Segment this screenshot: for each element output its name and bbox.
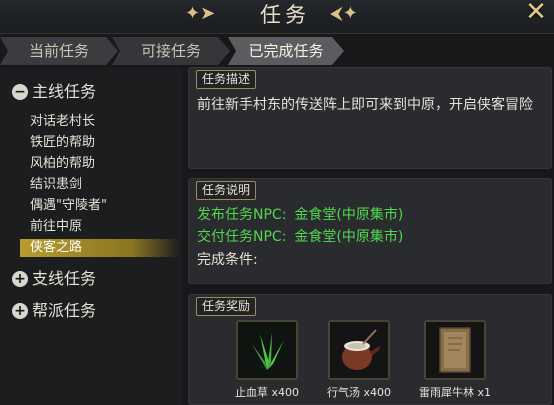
herb-icon[interactable]: [236, 320, 298, 380]
close-icon[interactable]: ✕: [522, 0, 550, 26]
quest-item[interactable]: 对话老村长: [30, 113, 95, 131]
tab-current-quests[interactable]: 当前任务: [0, 37, 118, 65]
tab-completed-quests[interactable]: 已完成任务: [228, 37, 344, 65]
quest-item[interactable]: 风柏的帮助: [30, 155, 95, 173]
category-main-quests[interactable]: − 主线任务: [12, 81, 96, 103]
tab-bar: 当前任务 可接任务 已完成任务: [0, 37, 554, 65]
quest-item[interactable]: 结识患剑: [30, 176, 82, 194]
expand-icon[interactable]: +: [12, 271, 28, 287]
scroll-icon[interactable]: [424, 320, 486, 380]
quest-item-selected[interactable]: 侠客之路: [20, 239, 180, 257]
reward-name: 雷雨犀牛林 x1: [419, 386, 492, 399]
right-ornament-icon: ⮜✦: [330, 3, 358, 24]
expand-icon[interactable]: +: [12, 303, 28, 319]
category-label: 支线任务: [32, 269, 97, 288]
reward-item[interactable]: 雷雨犀牛林 x1: [419, 320, 491, 400]
condition-line: 完成条件:: [197, 250, 258, 270]
reward-name: 止血草 x400: [234, 386, 299, 399]
issuer-line: 发布任务NPC: 金食堂(中原集市): [197, 205, 403, 225]
condition-label: 完成条件:: [197, 252, 258, 268]
window-title: 任务: [260, 3, 310, 27]
section-title: 任务描述: [196, 70, 257, 89]
category-label: 主线任务: [32, 82, 97, 101]
quest-item[interactable]: 偶遇"守陵者": [30, 197, 107, 215]
quest-info-box: 任务说明 发布任务NPC: 金食堂(中原集市) 交付任务NPC: 金食堂(中原集市)…: [188, 178, 552, 284]
pot-icon[interactable]: [328, 320, 390, 380]
section-title: 任务奖励: [196, 297, 257, 316]
tab-available-quests[interactable]: 可接任务: [112, 37, 230, 65]
issuer-npc-link[interactable]: 金食堂(中原集市): [294, 207, 403, 223]
deliver-npc-link[interactable]: 金食堂(中原集市): [294, 229, 403, 245]
reward-item[interactable]: 止血草 x400: [231, 320, 303, 400]
issuer-label: 发布任务NPC:: [197, 207, 287, 223]
quest-list-panel: − 主线任务 对话老村长 铁匠的帮助 风柏的帮助 结识患剑 偶遇"守陵者" 前往中…: [0, 68, 182, 405]
collapse-icon[interactable]: −: [12, 84, 28, 100]
deliver-label: 交付任务NPC:: [197, 229, 287, 245]
quest-item[interactable]: 前往中原: [30, 218, 82, 236]
section-title: 任务说明: [196, 181, 257, 200]
quest-description-box: 任务描述 前往新手村东的传送阵上即可来到中原，开启侠客冒险: [188, 67, 552, 169]
category-label: 帮派任务: [32, 301, 97, 320]
quest-description-text: 前往新手村东的传送阵上即可来到中原，开启侠客冒险: [197, 97, 533, 113]
left-ornament-icon: ✦➤: [185, 3, 216, 24]
quest-item[interactable]: 铁匠的帮助: [30, 134, 95, 152]
reward-item[interactable]: 行气汤 x400: [323, 320, 395, 400]
deliver-line: 交付任务NPC: 金食堂(中原集市): [197, 227, 403, 247]
title-bar: ✦➤ 任务 ⮜✦ ✕: [0, 0, 554, 34]
category-side-quests[interactable]: + 支线任务: [12, 268, 96, 290]
reward-name: 行气汤 x400: [326, 386, 391, 399]
category-guild-quests[interactable]: + 帮派任务: [12, 300, 96, 322]
quest-rewards-box: 任务奖励 止血草 x400 行气汤 x400 雷雨犀牛林 x1: [188, 294, 552, 405]
